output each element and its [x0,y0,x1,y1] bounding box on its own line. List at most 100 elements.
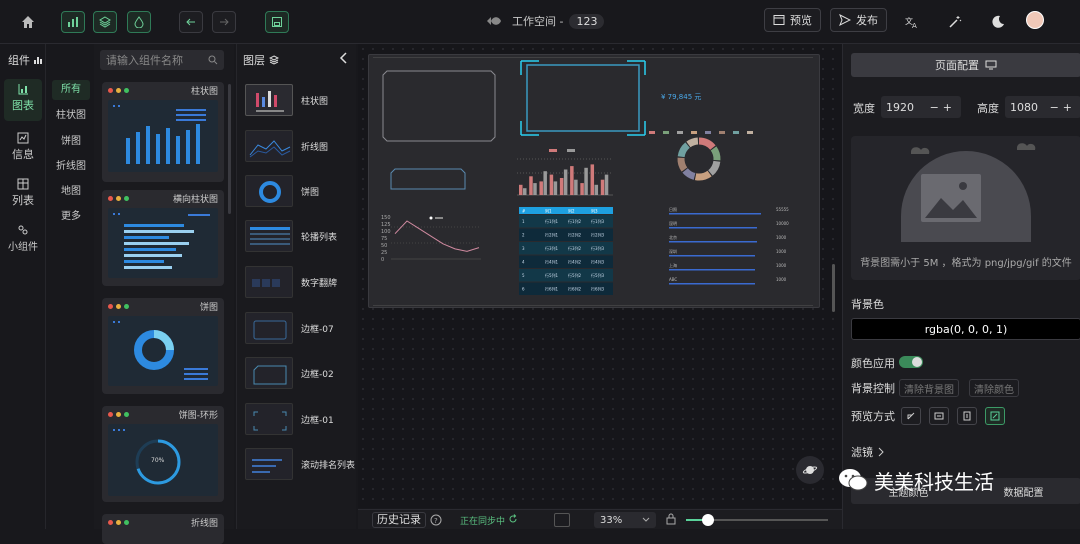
component-card-pie[interactable]: 饼图 [102,298,224,394]
bar-chart-legend [549,149,575,152]
preview-mode-scale-button[interactable] [901,407,921,425]
config-toggle-button[interactable] [127,11,151,33]
subnav-item-more[interactable]: 更多 [52,207,90,227]
dark-mode-icon[interactable] [986,11,1010,33]
preview-mode-fit-height-button[interactable] [957,407,977,425]
preview-mode-full-button[interactable] [985,407,1005,425]
color-apply-toggle[interactable] [899,356,923,368]
canvas-scrollbar[interactable] [832,264,835,312]
window-dots [108,519,129,525]
collapse-chevron-icon[interactable] [339,52,349,64]
canvas-area[interactable]: 150 125 100 75 50 25 0 # 列1 列2 列3 1 行1列1 行1列2 行1列3 2 行2… [358,44,842,508]
layer-label: 边框-01 [301,415,334,426]
border-glow-widget [520,60,646,136]
layer-item-carousel-list[interactable]: 轮播列表 [245,220,337,252]
component-card-ring[interactable]: 饼图-环形 70% [102,406,224,502]
subnav-item-bar[interactable]: 柱状图 [52,106,90,126]
clear-bg-image-button[interactable]: 清除背景图 [899,379,959,397]
undo-button[interactable] [179,11,203,33]
table-header-cell: 列1 [545,208,552,214]
nav-item-chart[interactable]: 图表 [4,79,42,121]
component-card-bar[interactable]: 柱状图 [102,82,224,182]
nav-item-widgets[interactable]: 小组件 [4,224,42,262]
component-list-scrollbar[interactable] [228,84,231,214]
publish-button[interactable]: 发布 [830,8,887,32]
layer-item-pie[interactable]: 饼图 [245,175,319,207]
workspace-id-badge: 123 [569,13,605,29]
width-input[interactable]: 1920 −+ [881,96,961,118]
ranking-value: 1000 [776,235,787,240]
lock-icon[interactable] [666,513,676,525]
card-title: 折线图 [190,518,218,529]
layer-item-border-07[interactable]: 边框-07 [245,312,334,344]
pie-chart [677,137,721,181]
height-stepper[interactable]: −+ [1050,101,1076,114]
table-cell: 行2列1 [545,232,559,238]
fullscreen-icon [990,411,1000,421]
component-card-horizontal-bar[interactable]: 横向柱状图 [102,190,224,286]
layer-item-border-02[interactable]: 边框-02 [245,357,334,389]
preview-mode-fit-width-button[interactable] [929,407,949,425]
save-button[interactable] [265,11,289,33]
zoom-select[interactable]: 33% [594,512,656,528]
history-button[interactable]: 历史记录 [372,512,426,528]
preview-label: 预览 [790,14,812,27]
fit-height-icon [963,411,971,421]
home-icon[interactable] [16,11,40,33]
fit-width-icon [934,412,944,420]
layer-thumb [245,357,293,389]
line-chart [394,220,480,252]
layer-item-line[interactable]: 折线图 [245,130,328,162]
bar [553,181,558,195]
ranking-bar [669,241,757,243]
background-image-upload[interactable]: 背景图需小于 5M ，格式为 png/jpg/gif 的文件 [851,136,1080,280]
dashboard-page[interactable]: 150 125 100 75 50 25 0 # 列1 列2 列3 1 行1列1 行1列2 行1列3 2 行2… [368,54,820,308]
subnav-item-pie[interactable]: 饼图 [52,132,90,152]
layer-item-number-flip[interactable]: 数字翻牌 [245,266,337,298]
table-cell: 行4列3 [591,259,605,265]
layers-toggle-button[interactable] [93,11,117,33]
translate-icon[interactable]: 文A [900,11,924,33]
subnav-item-line[interactable]: 折线图 [52,157,90,177]
zoom-slider-handle[interactable] [702,514,714,526]
table-cell: 行5列2 [568,272,582,278]
y-tick-label: 150 [381,215,391,221]
chart-panel-toggle-button[interactable] [61,11,85,33]
nav-item-list[interactable]: 列表 [4,178,42,216]
user-avatar[interactable] [1026,11,1044,29]
page-config-tab[interactable]: 页面配置 [851,53,1080,77]
border-02-widget [390,168,466,190]
subnav-item-map[interactable]: 地图 [52,182,90,202]
layer-item-scroll-ranking[interactable]: 滚动排名列表 [245,448,355,480]
component-card-line[interactable]: 折线图 [102,514,224,544]
nav-item-info[interactable]: 信息 [4,132,42,170]
height-input[interactable]: 1080 −+ [1005,96,1080,118]
ranking-list: 日照 55555 昆明 10000 北京 1000 深圳 1000 上海 1000 ABC 1000 [669,207,789,285]
components-label: 组件 [8,54,30,67]
layer-item-bar[interactable]: 柱状图 [245,84,328,116]
layer-label: 饼图 [301,187,320,198]
bg-color-picker[interactable]: rgba(0, 0, 0, 1) [851,318,1080,340]
width-stepper[interactable]: −+ [930,101,956,114]
layer-item-border-01[interactable]: 边框-01 [245,403,334,435]
bar [533,183,537,195]
bar [523,188,527,195]
pie-legend [649,131,753,134]
ranking-value: 1000 [776,277,787,282]
help-icon[interactable]: ? [430,514,442,526]
bar-chart [519,164,609,195]
component-list: 请输入组件名称 柱状图 横向柱状图 饼图 饼图-环形 70% 折线图 [94,44,234,544]
magic-wand-icon[interactable] [943,11,967,33]
window-dots [108,87,129,93]
wechat-logo-icon [839,469,868,491]
table-cell: 行5列1 [545,272,559,278]
redo-button[interactable] [212,11,236,33]
planet-icon[interactable] [796,456,824,484]
clear-color-button[interactable]: 清除颜色 [969,379,1019,397]
window-dots [108,411,129,417]
preview-button[interactable]: 预览 [764,8,821,32]
filter-section[interactable]: 滤镜 [851,444,885,460]
component-search-input[interactable]: 请输入组件名称 [100,50,224,70]
minimap-toggle-icon[interactable] [554,513,570,527]
subnav-item-all[interactable]: 所有 [52,80,90,100]
